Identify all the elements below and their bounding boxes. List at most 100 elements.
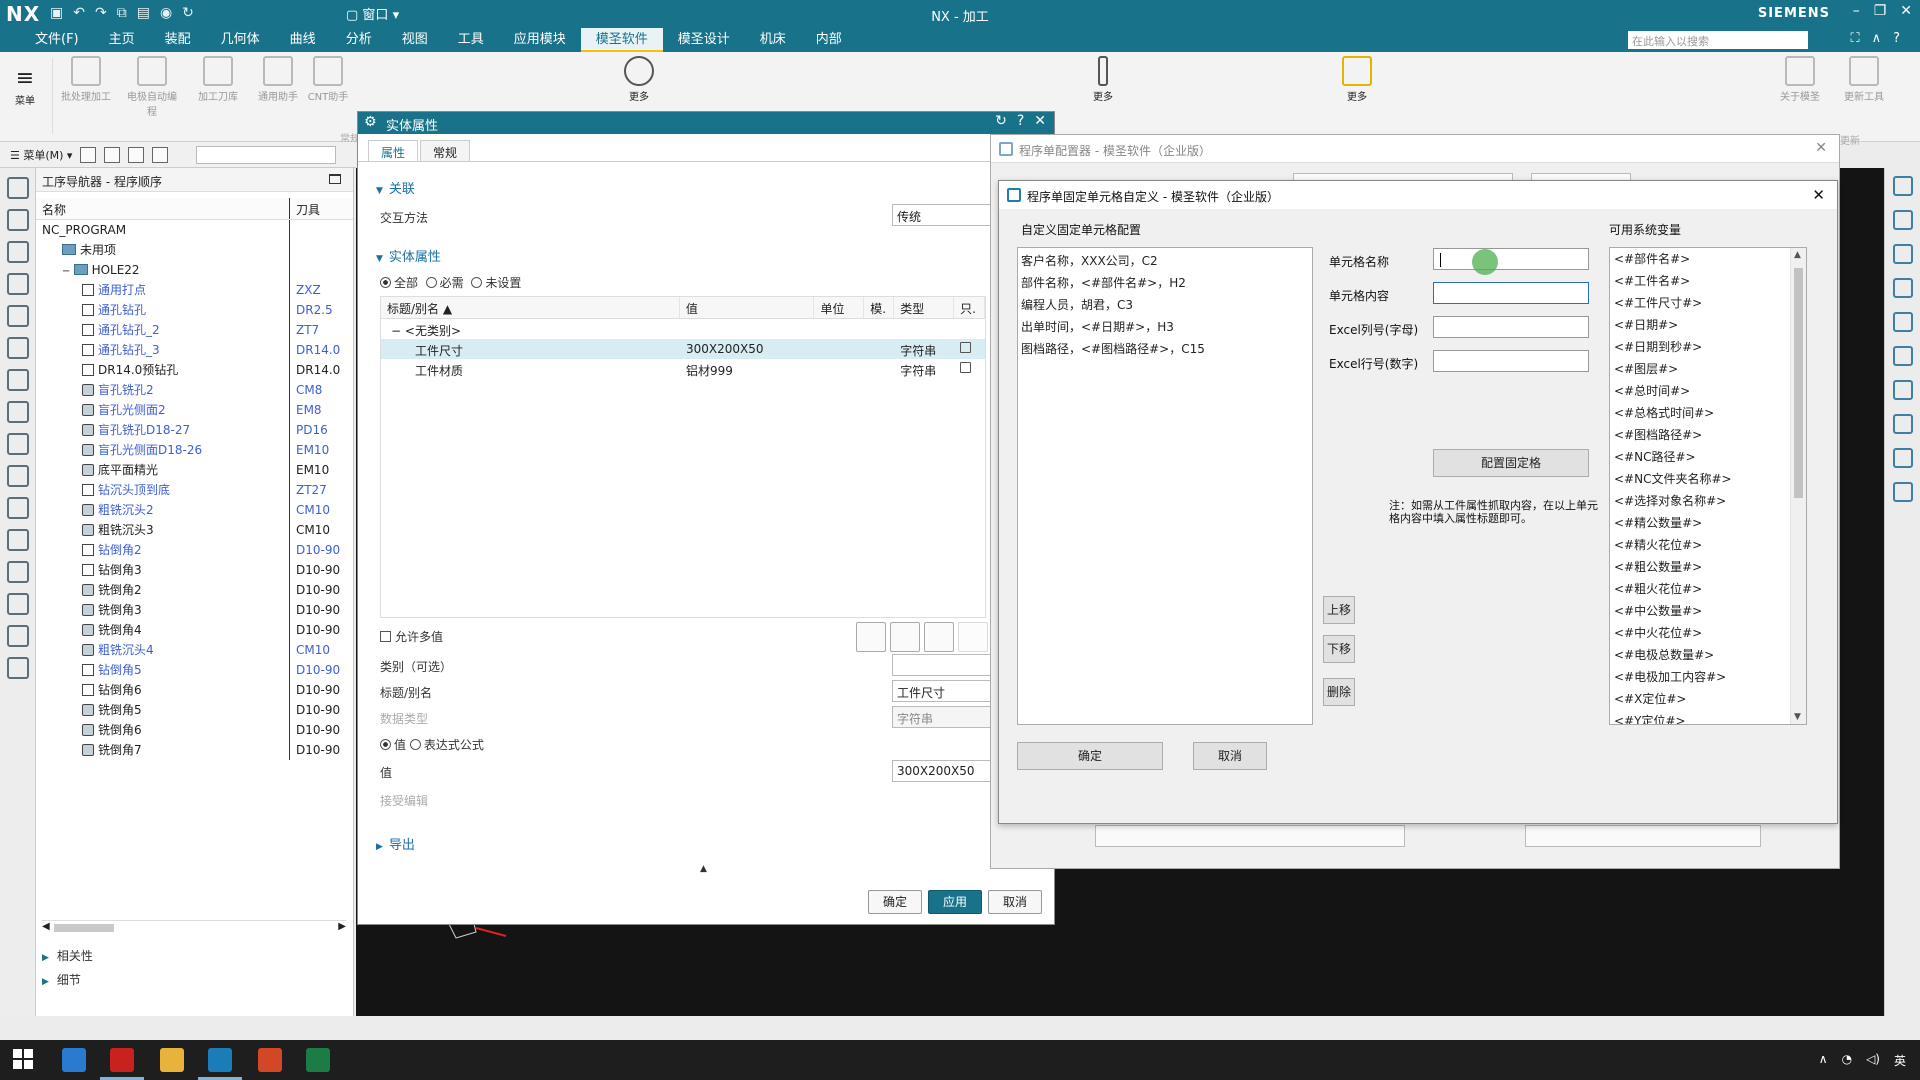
volume-icon[interactable]: ◁) (1866, 1052, 1880, 1069)
move-up-button[interactable]: 上移 (1323, 596, 1355, 624)
navigator-row[interactable]: 铣倒角7 D10-90 (36, 740, 353, 760)
navigator-row[interactable]: 通用打点 ZXZ (36, 280, 353, 300)
value-mode-value[interactable]: 值 (380, 738, 406, 752)
copy-attribute-button[interactable] (924, 622, 954, 652)
header-unit[interactable]: 单位 (814, 297, 865, 318)
filter-all[interactable]: 全部 (380, 276, 418, 290)
system-var-item[interactable]: <#粗火花位#> (1610, 578, 1806, 600)
navigator-row[interactable]: 盲孔铣孔D18-27 PD16 (36, 420, 353, 440)
navigator-row[interactable]: NC_PROGRAM (36, 220, 353, 240)
header-readonly[interactable]: 只. (954, 297, 985, 318)
favorite-icon[interactable] (1892, 448, 1913, 468)
ribbon-btn-about[interactable]: 关于模圣 (1772, 52, 1828, 103)
navigator-row[interactable]: 铣倒角6 D10-90 (36, 720, 353, 740)
header-type[interactable]: 类型 (894, 297, 955, 318)
view-icon[interactable] (80, 146, 97, 163)
navigator-row[interactable]: DR14.0预钻孔 DR14.0 (36, 360, 353, 380)
part-navigator-icon[interactable] (6, 209, 29, 231)
method-icon[interactable] (6, 369, 29, 391)
restore-icon[interactable]: ❐ (1874, 3, 1887, 19)
system-var-item[interactable]: <#日期到秒#> (1610, 336, 1806, 358)
menu-item[interactable]: 应用模块 (499, 28, 581, 52)
allow-multi-checkbox[interactable]: 允许多值 (380, 628, 443, 645)
header-mode[interactable]: 模. (864, 297, 895, 318)
system-var-item[interactable]: <#中公数量#> (1610, 600, 1806, 622)
assembly-navigator-icon[interactable] (6, 241, 29, 263)
cut-attribute-button[interactable] (890, 622, 920, 652)
ribbon-btn-cnt[interactable]: CNT助手 (300, 52, 356, 103)
scroll-right-icon[interactable]: ▶ (338, 921, 346, 932)
menu-item[interactable]: 视图 (387, 28, 443, 52)
geometry-view-icon[interactable] (152, 146, 169, 163)
config-list-item[interactable]: 出单时间，<#日期#>，H3 (1021, 316, 1309, 338)
system-var-item[interactable]: <#NC路径#> (1610, 446, 1806, 468)
navigator-row[interactable]: 盲孔光侧面D18-26 EM10 (36, 440, 353, 460)
interaction-method-select[interactable]: 传统 (892, 204, 992, 226)
windows-start-icon[interactable] (12, 1048, 36, 1072)
navigator-row[interactable]: 未用项 (36, 240, 353, 260)
chevron-up-icon[interactable]: ∧ (1819, 1052, 1828, 1069)
mosheng-taskbar-icon[interactable] (208, 1048, 232, 1072)
structure-icon[interactable] (1892, 482, 1913, 502)
system-var-item[interactable]: <#图档路径#> (1610, 424, 1806, 446)
scroll-left-icon[interactable]: ◀ (42, 921, 50, 932)
ribbon-btn-update[interactable]: 更新工具 (1836, 52, 1892, 103)
configure-fixed-cell-button[interactable]: 配置固定格 (1433, 449, 1589, 477)
palette-icon[interactable] (6, 561, 29, 583)
cell-content-input[interactable] (1433, 282, 1589, 304)
horizontal-scrollbar[interactable]: ◀ ▶ (42, 920, 346, 934)
section-related[interactable]: ▶ 相关性 (42, 947, 93, 964)
chevron-up-icon[interactable]: ∧ (1872, 31, 1882, 46)
scroll-thumb[interactable] (54, 924, 114, 932)
help-icon[interactable]: ? (1893, 31, 1900, 46)
reuse-library-icon[interactable] (6, 433, 29, 455)
table-row[interactable]: 工件材质 铝材999 字符串 (381, 359, 985, 379)
vertical-scrollbar[interactable]: ▲ ▼ (1790, 248, 1806, 724)
system-var-item[interactable]: <#部件名#> (1610, 248, 1806, 270)
system-var-item[interactable]: <#图层#> (1610, 358, 1806, 380)
system-var-item[interactable]: <#工件名#> (1610, 270, 1806, 292)
menu-item[interactable]: 内部 (801, 28, 857, 52)
menu-item[interactable]: 机床 (745, 28, 801, 52)
cell-name-input[interactable] (1433, 248, 1589, 270)
navigator-row[interactable]: 粗铣沉头4 CM10 (36, 640, 353, 660)
config-field[interactable] (1525, 825, 1761, 847)
table-group-row[interactable]: − <无类别> (381, 319, 985, 339)
config-list-item[interactable]: 图档路径，<#图档路径#>，C15 (1021, 338, 1309, 360)
navigator-row[interactable]: 通孔钻孔_2 ZT7 (36, 320, 353, 340)
group-entity-properties[interactable]: ▼ 实体属性 (376, 246, 441, 265)
menu-item[interactable]: 文件(F) (20, 28, 94, 52)
excel-row-input[interactable] (1433, 350, 1589, 372)
menu-item[interactable]: 模圣软件 (580, 28, 663, 52)
menu-item[interactable]: 装配 (150, 28, 206, 52)
navigator-row[interactable]: 底平面精光 EM10 (36, 460, 353, 480)
value-field[interactable]: 300X200X50 (892, 760, 992, 782)
system-var-item[interactable]: <#总格式时间#> (1610, 402, 1806, 424)
system-var-item[interactable]: <#X定位#> (1610, 688, 1806, 710)
value-mode-formula[interactable]: 表达式公式 (409, 738, 484, 752)
navigator-row[interactable]: 钻倒角2 D10-90 (36, 540, 353, 560)
config-list-item[interactable]: 客户名称，XXX公司，C2 (1021, 250, 1309, 272)
collapse-panel-icon[interactable]: ▲ (700, 864, 707, 874)
section-details[interactable]: ▶ 细节 (42, 971, 81, 988)
system-var-item[interactable]: <#Y定位#> (1610, 710, 1806, 724)
web-browser-icon[interactable] (6, 497, 29, 519)
ribbon-more-1[interactable]: 更多 (612, 52, 666, 103)
column-name[interactable]: 名称 (36, 198, 290, 219)
column-tool[interactable]: 刀具 (290, 198, 326, 219)
navigator-row[interactable]: 通孔钻孔 DR2.5 (36, 300, 353, 320)
close-icon[interactable]: ✕ (1034, 113, 1046, 129)
nx-taskbar-icon[interactable] (110, 1048, 134, 1072)
role-icon[interactable] (6, 657, 29, 679)
network-icon[interactable]: ◔ (1842, 1052, 1852, 1069)
program-view-icon[interactable] (104, 146, 121, 163)
cube-icon[interactable] (1892, 312, 1913, 332)
operation-navigator-icon[interactable] (6, 273, 29, 295)
navigator-row[interactable]: 盲孔光侧面2 EM8 (36, 400, 353, 420)
navigator-row[interactable]: 铣倒角2 D10-90 (36, 580, 353, 600)
navigator-row[interactable]: 铣倒角3 D10-90 (36, 600, 353, 620)
navigator-row[interactable]: 粗铣沉头2 CM10 (36, 500, 353, 520)
navigator-row[interactable]: 铣倒角4 D10-90 (36, 620, 353, 640)
cancel-button[interactable]: 取消 (988, 890, 1042, 914)
config-list-item[interactable]: 编程人员，胡君，C3 (1021, 294, 1309, 316)
